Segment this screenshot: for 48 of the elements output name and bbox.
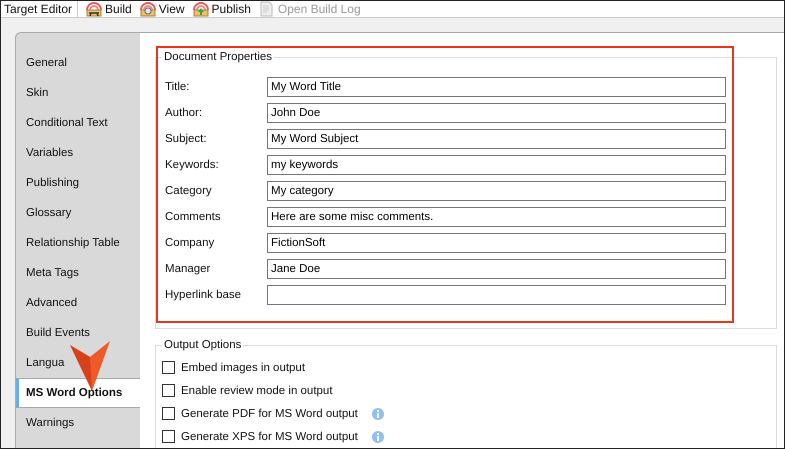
- toolbar-button[interactable]: View: [136, 1, 189, 17]
- editor-title: Target Editor: [4, 2, 72, 16]
- toolbar-button[interactable]: Publish: [188, 1, 255, 17]
- field-label: Keywords:: [165, 159, 220, 171]
- checkbox[interactable]: [162, 407, 175, 420]
- field-label: Author:: [165, 107, 204, 119]
- side-tab[interactable]: Glossary: [16, 198, 140, 228]
- checkbox-label: Generate PDF for MS Word output: [181, 408, 358, 420]
- magnifier-icon: [140, 1, 156, 17]
- input-field[interactable]: Jane Doe: [267, 259, 726, 279]
- input-field[interactable]: FictionSoft: [267, 233, 726, 253]
- field-label: Category: [165, 185, 213, 197]
- checkbox-label: Generate XPS for MS Word output: [181, 430, 358, 442]
- side-tab[interactable]: Publishing: [16, 168, 140, 198]
- input-field[interactable]: [267, 285, 726, 305]
- field-label: Hyperlink base: [165, 289, 242, 301]
- side-tab[interactable]: Relationship Table: [16, 228, 140, 258]
- input-field[interactable]: My category: [267, 181, 726, 201]
- checkbox[interactable]: [162, 430, 175, 443]
- input-field[interactable]: John Doe: [267, 103, 726, 123]
- checkbox-label: Embed images in output: [181, 362, 306, 374]
- input-field[interactable]: My Word Title: [267, 77, 726, 97]
- build-icon: [86, 1, 102, 17]
- side-tab[interactable]: Skin: [16, 78, 140, 108]
- side-tab[interactable]: MS Word Options: [16, 378, 140, 408]
- field-label: Manager: [165, 263, 212, 275]
- side-tab[interactable]: Meta Tags: [16, 258, 140, 288]
- group-title: Output Options: [162, 339, 244, 351]
- checkbox[interactable]: [162, 384, 175, 397]
- checkbox-label: Enable review mode in output: [181, 384, 333, 396]
- side-tab[interactable]: Advanced: [16, 288, 140, 318]
- side-tab[interactable]: Warnings: [16, 408, 140, 438]
- side-tab[interactable]: Conditional Text: [16, 108, 140, 138]
- upload-icon: [192, 1, 209, 17]
- input-field[interactable]: Here are some misc comments.: [267, 207, 726, 227]
- checkbox[interactable]: [162, 361, 175, 374]
- toolbar-button[interactable]: Build: [82, 1, 136, 17]
- side-tab[interactable]: Build Events: [16, 318, 140, 348]
- field-label: Title:: [165, 81, 190, 93]
- input-field[interactable]: My Word Subject: [267, 129, 726, 149]
- field-label: Subject:: [165, 133, 208, 145]
- side-tab[interactable]: Langua: [16, 348, 140, 378]
- field-label: Comments: [165, 211, 222, 223]
- side-tab[interactable]: General: [16, 48, 140, 78]
- side-tab[interactable]: Variables: [16, 138, 140, 168]
- field-label: Company: [165, 237, 216, 249]
- group-title: Document Properties: [162, 51, 274, 63]
- input-field[interactable]: my keywords: [267, 155, 726, 175]
